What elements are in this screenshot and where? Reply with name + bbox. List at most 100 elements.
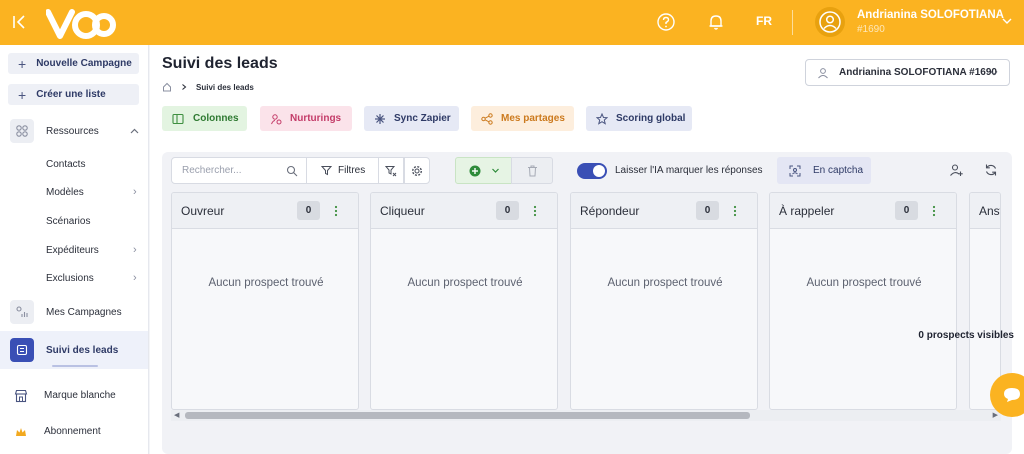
share-icon (481, 112, 493, 125)
scroll-right-icon[interactable]: ▶ (993, 411, 998, 419)
column-title: À rappeler (779, 204, 835, 218)
sidebar-item-label: Mes Campagnes (46, 307, 122, 318)
scroll-left-icon[interactable]: ◀ (174, 411, 179, 419)
home-icon[interactable] (162, 82, 172, 92)
filter-icon (321, 166, 332, 176)
chevron-down-icon (492, 168, 499, 173)
plus-icon: + (18, 55, 27, 72)
kanban-column-responders: Répondeur 0 Aucun prospect trouvé (570, 192, 758, 410)
chevron-down-icon (990, 71, 998, 76)
delete-button[interactable] (511, 157, 553, 184)
gear-icon (411, 165, 423, 176)
column-header: Ouvreur 0 (172, 193, 358, 229)
sidebar-item-senders[interactable]: Expéditeurs (46, 245, 99, 256)
new-campaign-button[interactable]: + Nouvelle Campagne (8, 53, 139, 74)
filter-clear-icon (385, 165, 397, 176)
column-header: À rappeler 0 (770, 193, 956, 229)
sidebar-item-my-campaigns[interactable]: Mes Campagnes (0, 299, 149, 325)
sidebar-item-resources[interactable]: Ressources (0, 118, 149, 144)
my-shares-button[interactable]: Mes partages (471, 106, 574, 131)
help-icon[interactable] (656, 12, 676, 32)
sidebar-item-lead-tracking[interactable]: Suivi des leads (0, 331, 148, 369)
avatar[interactable] (815, 7, 845, 37)
sidebar-item-templates[interactable]: Modèles (46, 187, 84, 198)
plus-icon: + (18, 86, 27, 103)
bell-icon[interactable] (706, 12, 726, 32)
global-scoring-button[interactable]: Scoring global (586, 106, 692, 131)
chevron-right-icon: › (133, 186, 137, 198)
filters-button[interactable]: Filtres (306, 157, 379, 184)
search-placeholder: Rechercher... (182, 165, 242, 176)
language-selector[interactable]: FR (756, 14, 772, 28)
kebab-menu-icon[interactable] (333, 204, 339, 218)
sidebar-item-scenarios[interactable]: Scénarios (46, 216, 90, 227)
chevron-right-icon: › (133, 244, 137, 256)
horizontal-scrollbar[interactable]: ◀ ▶ (171, 410, 1001, 421)
kanban-column-answered: Answ (969, 192, 1001, 410)
kanban-column-to-call-back: À rappeler 0 Aucun prospect trouvé (769, 192, 957, 410)
ai-marking-label: Laisser l'IA marquer les réponses (615, 165, 763, 176)
kebab-menu-icon[interactable] (532, 204, 538, 218)
add-user-icon[interactable] (949, 163, 963, 177)
refresh-icon[interactable] (984, 163, 998, 177)
column-header: Répondeur 0 (571, 193, 757, 229)
resources-icon (10, 119, 34, 143)
create-list-button[interactable]: + Créer une liste (8, 84, 139, 105)
chevron-right-icon: › (133, 272, 137, 284)
kebab-menu-icon[interactable] (931, 204, 937, 218)
scroll-thumb[interactable] (185, 412, 750, 419)
toggle-knob (593, 165, 605, 177)
user-name[interactable]: Andrianina SOLOFOTIANA (857, 9, 1004, 21)
filters-label: Filtres (338, 165, 366, 176)
user-icon (818, 67, 828, 78)
settings-button[interactable] (404, 157, 430, 184)
top-bar: FR Andrianina SOLOFOTIANA #1690 (0, 0, 1024, 45)
columns-icon (172, 113, 184, 124)
sidebar-item-exclusions[interactable]: Exclusions (46, 273, 94, 284)
collapse-sidebar-icon[interactable] (10, 12, 30, 32)
sidebar-item-white-label[interactable]: Marque blanche (0, 385, 149, 407)
crown-icon (16, 428, 26, 436)
column-count-badge: 0 (895, 201, 918, 220)
user-avatar-icon (819, 11, 841, 33)
columns-label: Colonnes (193, 113, 239, 124)
breadcrumb: Suivi des leads (162, 82, 254, 92)
chat-icon (1004, 388, 1020, 402)
trash-icon (527, 165, 537, 176)
column-title: Cliqueur (380, 204, 425, 218)
column-title: Ouvreur (181, 204, 225, 218)
kanban-column-openers: Ouvreur 0 Aucun prospect trouvé (171, 192, 359, 410)
my-shares-label: Mes partages (501, 113, 565, 124)
sidebar: + Nouvelle Campagne + Créer une liste Re… (0, 45, 149, 454)
column-header: Answ (970, 193, 1000, 229)
columns-button[interactable]: Colonnes (162, 106, 247, 131)
ai-marking-toggle[interactable] (577, 163, 607, 179)
breadcrumb-current: Suivi des leads (196, 82, 254, 92)
kebab-menu-icon[interactable] (732, 204, 738, 218)
store-icon (14, 389, 28, 403)
captcha-button[interactable]: En captcha (777, 157, 871, 184)
chevron-down-icon[interactable] (1001, 15, 1013, 27)
logo[interactable] (46, 6, 116, 40)
column-count-badge: 0 (696, 201, 719, 220)
captcha-label: En captcha (813, 165, 864, 176)
column-count-badge: 0 (297, 201, 320, 220)
sync-zapier-button[interactable]: Sync Zapier (364, 106, 459, 131)
column-count-badge: 0 (496, 201, 519, 220)
plus-circle-icon (469, 165, 481, 176)
add-lead-button[interactable] (455, 157, 512, 184)
sidebar-item-contacts[interactable]: Contacts (46, 159, 85, 170)
owner-select[interactable]: Andrianina SOLOFOTIANA #1690 (805, 59, 1010, 86)
new-campaign-label: Nouvelle Campagne (36, 58, 132, 69)
leads-board: Rechercher... Filtres Laisser l'IA marqu… (162, 152, 1012, 454)
empty-state: Aucun prospect trouvé (407, 277, 523, 289)
create-list-label: Créer une liste (36, 89, 106, 100)
column-title: Answ (979, 204, 1000, 218)
nurturings-button[interactable]: Nurturings (260, 106, 352, 131)
captcha-icon (789, 165, 801, 176)
star-icon (596, 112, 608, 125)
search-input[interactable]: Rechercher... (171, 157, 307, 184)
sidebar-item-subscription[interactable]: Abonnement (0, 421, 149, 443)
clear-filter-button[interactable] (378, 157, 404, 184)
search-icon (286, 165, 298, 177)
